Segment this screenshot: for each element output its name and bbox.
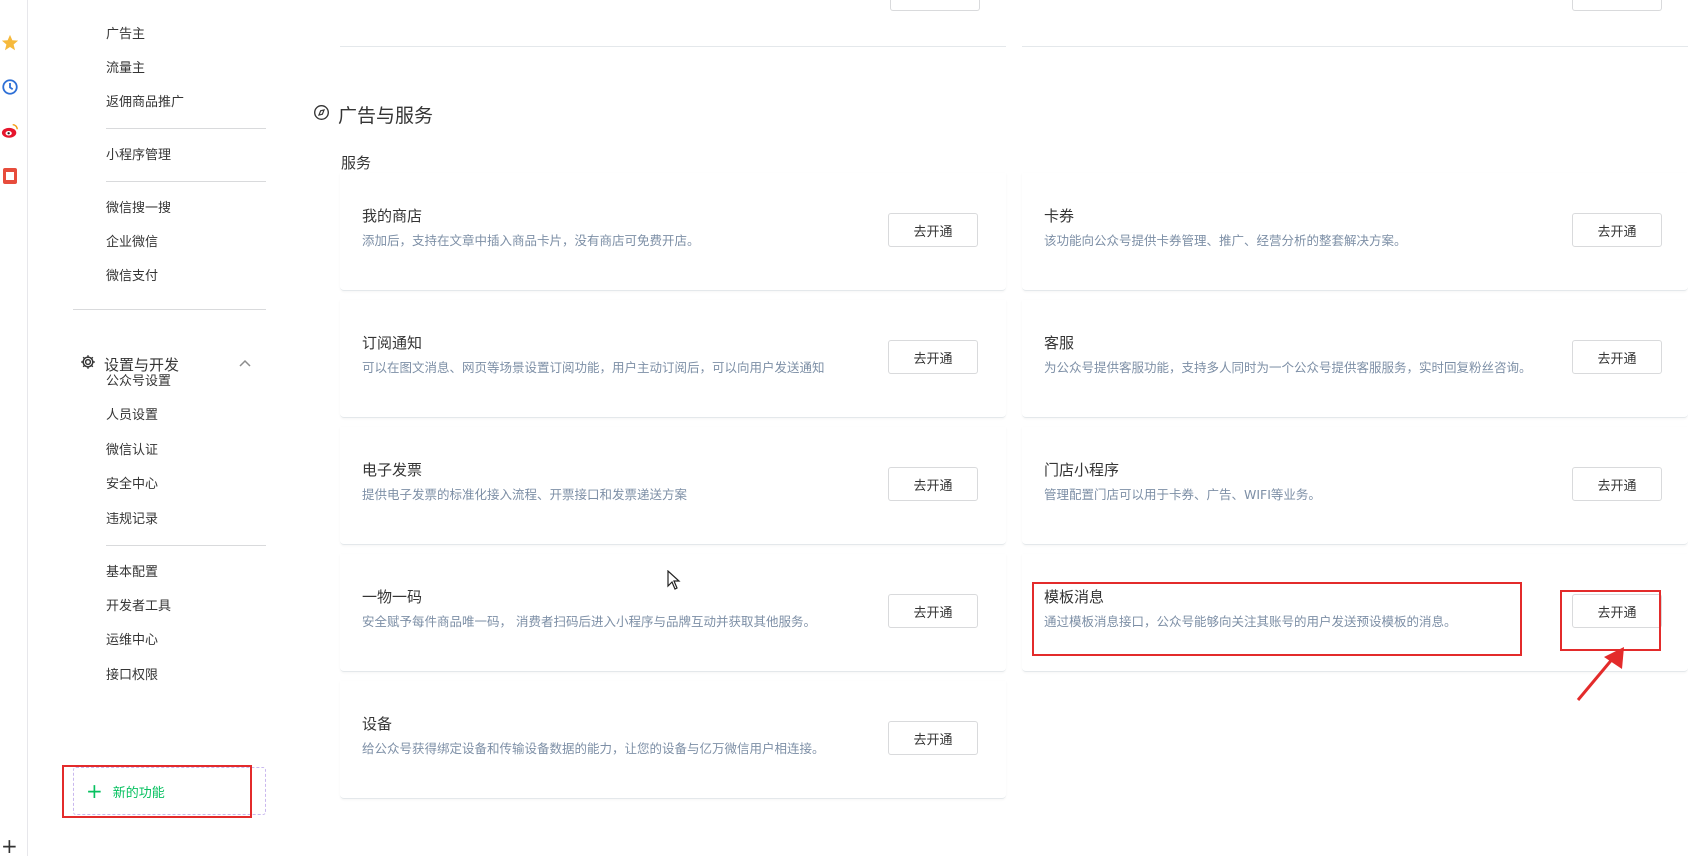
sidebar-item-wecom[interactable]: 企业微信 [106, 234, 158, 252]
gear-icon [80, 354, 96, 374]
activate-button[interactable]: 去开通 [1572, 340, 1662, 374]
sidebar-item-violation-records[interactable]: 违规记录 [106, 511, 158, 529]
service-card-coupons: 卡券 该功能向公众号提供卡券管理、推广、经营分析的整套解决方案。 去开通 [1022, 173, 1688, 291]
pdf-icon[interactable] [0, 165, 20, 187]
service-card-device: 设备 给公众号获得绑定设备和传输设备数据的能力，让您的设备与亿万微信用户相连接。… [340, 681, 1006, 799]
sidebar-item-basic-config[interactable]: 基本配置 [106, 564, 158, 582]
sidebar-item-wechat-search[interactable]: 微信搜一搜 [106, 200, 171, 218]
sidebar-item-security-center[interactable]: 安全中心 [106, 476, 158, 494]
card-title: 门店小程序 [1044, 461, 1120, 479]
new-feature-label: 新的功能 [112, 785, 165, 801]
card-title: 电子发票 [362, 461, 423, 479]
browser-side-strip: + [0, 0, 28, 856]
sidebar: 广告主 流量主 返佣商品推广 小程序管理 微信搜一搜 企业微信 微信支付 设置与… [28, 0, 266, 856]
card-description: 给公众号获得绑定设备和传输设备数据的能力，让您的设备与亿万微信用户相连接。 [362, 741, 825, 756]
mouse-cursor-icon [667, 569, 681, 594]
card-description: 提供电子发票的标准化接入流程、开票接口和发票递送方案 [362, 487, 688, 502]
sidebar-item-wechat-pay[interactable]: 微信支付 [106, 268, 158, 286]
sidebar-item-advertiser[interactable]: 广告主 [106, 26, 145, 44]
sidebar-item-account-settings[interactable]: 公众号设置 [106, 373, 171, 391]
card-edge [1022, 33, 1688, 47]
sidebar-item-wechat-verification[interactable]: 微信认证 [106, 442, 158, 460]
sidebar-item-miniprogram[interactable]: 小程序管理 [106, 147, 171, 165]
star-icon[interactable] [0, 32, 20, 54]
button-fragment[interactable] [890, 0, 980, 11]
card-title: 卡券 [1044, 207, 1075, 225]
card-title: 设备 [362, 715, 393, 733]
sidebar-item-ops-center[interactable]: 运维中心 [106, 632, 158, 650]
sidebar-item-traffic-owner[interactable]: 流量主 [106, 60, 145, 78]
sidebar-item-api-permissions[interactable]: 接口权限 [106, 667, 158, 685]
section-title-text: 广告与服务 [338, 105, 434, 127]
card-title: 我的商店 [362, 207, 423, 225]
plus-icon: + [86, 779, 103, 803]
card-edge [340, 33, 1006, 47]
service-card-customer-service: 客服 为公众号提供客服功能，支持多人同时为一个公众号提供客服服务，实时回复粉丝咨… [1022, 300, 1688, 418]
chevron-up-icon[interactable] [238, 356, 252, 375]
card-description: 添加后，支持在文章中插入商品卡片，没有商店可免费开店。 [362, 233, 700, 248]
divider [106, 181, 266, 182]
activate-button[interactable]: 去开通 [1572, 594, 1662, 628]
new-feature-button[interactable]: + 新的功能 [73, 767, 266, 815]
card-description: 通过模板消息接口，公众号能够向关注其账号的用户发送预设模板的消息。 [1044, 614, 1457, 629]
divider [106, 545, 266, 546]
card-title: 客服 [1044, 334, 1075, 352]
service-card-subscription: 订阅通知 可以在图文消息、网页等场景设置订阅功能，用户主动订阅后，可以向用户发送… [340, 300, 1006, 418]
sidebar-item-commission-promotion[interactable]: 返佣商品推广 [106, 94, 184, 112]
activate-button[interactable]: 去开通 [1572, 467, 1662, 501]
sidebar-item-developer-tools[interactable]: 开发者工具 [106, 598, 171, 616]
service-card-store-miniprogram: 门店小程序 管理配置门店可以用于卡券、广告、WIFI等业务。 去开通 [1022, 427, 1688, 545]
card-description: 安全赋予每件商品唯一码， 消费者扫码后进入小程序与品牌互动并获取其他服务。 [362, 614, 816, 629]
history-icon[interactable] [0, 76, 20, 98]
activate-button[interactable]: 去开通 [1572, 213, 1662, 247]
activate-button[interactable]: 去开通 [888, 721, 978, 755]
service-card-e-invoice: 电子发票 提供电子发票的标准化接入流程、开票接口和发票递送方案 去开通 [340, 427, 1006, 545]
activate-button[interactable]: 去开通 [888, 213, 978, 247]
button-fragment[interactable] [1572, 0, 1662, 11]
section-title: 广告与服务 [313, 101, 433, 128]
settings-group-label: 设置与开发 [104, 355, 180, 374]
compass-icon [313, 104, 330, 125]
activate-button[interactable]: 去开通 [888, 467, 978, 501]
divider [106, 128, 266, 129]
card-description: 可以在图文消息、网页等场景设置订阅功能，用户主动订阅后，可以向用户发送通知 [362, 360, 825, 375]
add-icon[interactable]: + [1, 836, 18, 856]
sidebar-item-staff-settings[interactable]: 人员设置 [106, 407, 158, 425]
card-description: 管理配置门店可以用于卡券、广告、WIFI等业务。 [1044, 487, 1321, 502]
weibo-icon[interactable] [0, 120, 20, 142]
service-card-my-store: 我的商店 添加后，支持在文章中插入商品卡片，没有商店可免费开店。 去开通 [340, 173, 1006, 291]
services-subheading: 服务 [341, 154, 372, 172]
card-title: 一物一码 [362, 588, 423, 606]
activate-button[interactable]: 去开通 [888, 340, 978, 374]
card-description: 为公众号提供客服功能，支持多人同时为一个公众号提供客服服务，实时回复粉丝咨询。 [1044, 360, 1532, 375]
arrow-annotation [1570, 645, 1630, 709]
divider [73, 309, 266, 310]
card-title: 订阅通知 [362, 334, 423, 352]
page: + 广告主 流量主 返佣商品推广 小程序管理 微信搜一搜 企业微信 微信支付 设… [0, 0, 1688, 856]
activate-button[interactable]: 去开通 [888, 594, 978, 628]
card-title: 模板消息 [1044, 588, 1105, 606]
card-description: 该功能向公众号提供卡券管理、推广、经营分析的整套解决方案。 [1044, 233, 1407, 248]
